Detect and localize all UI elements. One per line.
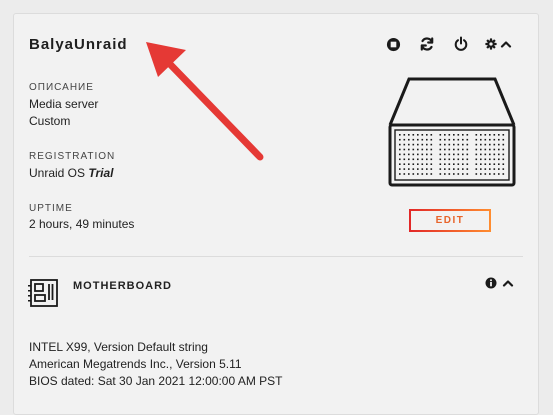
uptime-label: UPTIME [29, 203, 73, 214]
registration-label: REGISTRATION [29, 151, 116, 162]
power-icon[interactable] [451, 34, 471, 54]
registration-value: Unraid OS Trial [29, 166, 114, 180]
motherboard-line2: American Megatrends Inc., Version 5.11 [29, 357, 242, 371]
description-label: ОПИСАНИЕ [29, 82, 94, 93]
gear-icon[interactable] [485, 38, 497, 50]
chevron-up-icon[interactable] [500, 38, 512, 50]
info-icon[interactable] [485, 277, 497, 289]
registration-prefix: Unraid OS [29, 166, 86, 180]
motherboard-title: MOTHERBOARD [73, 280, 172, 292]
description-line2: Custom [29, 114, 71, 128]
motherboard-icon [28, 279, 58, 307]
registration-type: Trial [88, 166, 114, 180]
header-controls [383, 34, 512, 54]
motherboard-line1: INTEL X99, Version Default string [29, 340, 208, 354]
edit-button[interactable]: EDIT [409, 209, 491, 232]
server-illustration [388, 77, 516, 187]
bios-dated-line: BIOS dated: Sat 30 Jan 2021 12:00:00 AM … [29, 374, 283, 388]
server-panel: BalyaUnraid ОПИСАНИЕ Media server Custom… [13, 13, 539, 415]
description-line1: Media server [29, 97, 99, 111]
motherboard-controls[interactable] [485, 277, 514, 289]
chevron-up-icon[interactable] [502, 277, 514, 289]
settings-toggle[interactable] [485, 38, 512, 50]
stop-icon[interactable] [383, 34, 403, 54]
uptime-value: 2 hours, 49 minutes [29, 217, 135, 231]
section-divider [29, 256, 523, 257]
refresh-icon[interactable] [417, 34, 437, 54]
server-name: BalyaUnraid [29, 36, 128, 53]
